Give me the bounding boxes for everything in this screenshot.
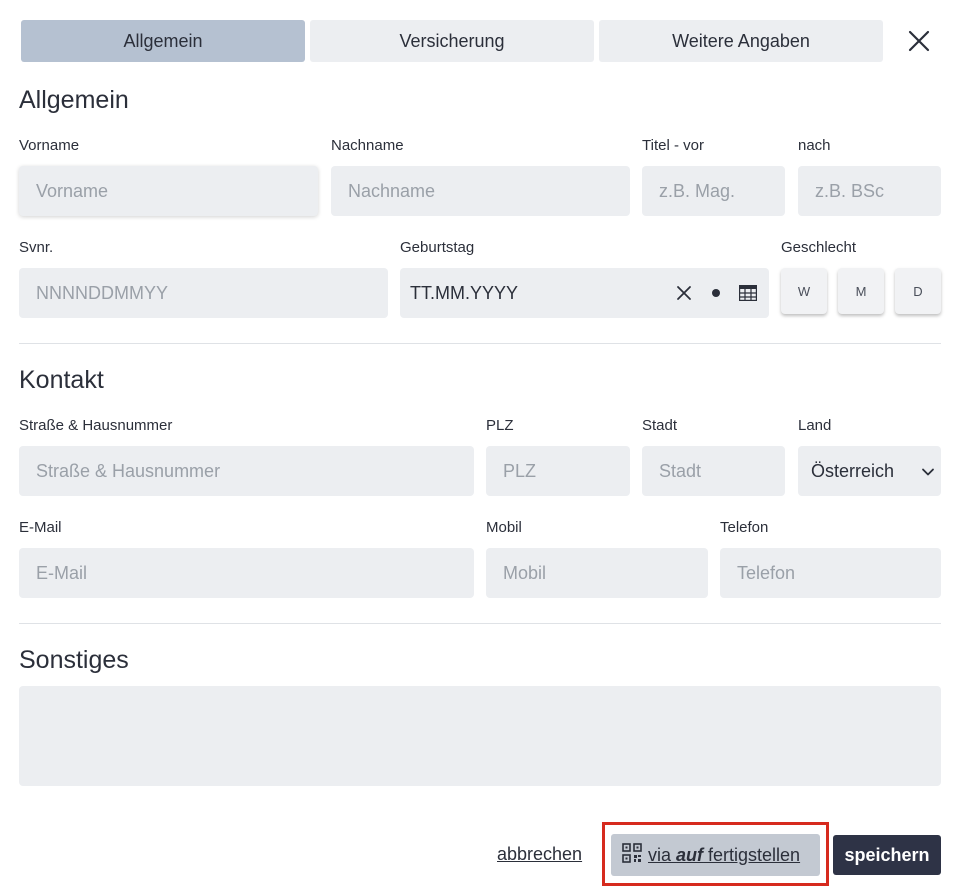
section-title-other: Sonstiges bbox=[19, 646, 129, 674]
land-select[interactable]: Österreich bbox=[798, 446, 941, 496]
section-title-contact: Kontakt bbox=[19, 366, 104, 394]
label-mobil: Mobil bbox=[486, 519, 522, 536]
clear-icon[interactable] bbox=[673, 282, 695, 304]
save-button[interactable]: speichern bbox=[833, 835, 941, 875]
label-telefon: Telefon bbox=[720, 519, 769, 536]
calendar-icon[interactable] bbox=[737, 282, 759, 304]
divider bbox=[19, 623, 941, 624]
tab-bar: Allgemein Versicherung Weitere Angaben bbox=[21, 20, 883, 62]
titel-vor-input[interactable] bbox=[642, 166, 785, 216]
strasse-input[interactable] bbox=[19, 446, 474, 496]
mobil-input[interactable] bbox=[486, 548, 708, 598]
label-land: Land bbox=[798, 417, 832, 434]
cancel-link[interactable]: abbrechen bbox=[497, 844, 582, 865]
label-titel-nach: nach bbox=[798, 137, 831, 154]
gender-m-button[interactable]: M bbox=[838, 268, 884, 314]
notes-textarea[interactable] bbox=[19, 686, 941, 786]
land-value: Österreich bbox=[811, 460, 895, 481]
label-plz: PLZ bbox=[486, 417, 514, 434]
geburtstag-value: TT.MM.YYYY bbox=[410, 282, 519, 303]
svnr-input[interactable] bbox=[19, 268, 388, 318]
label-email: E-Mail bbox=[19, 519, 62, 536]
label-vorname: Vorname bbox=[19, 137, 80, 154]
email-input[interactable] bbox=[19, 548, 474, 598]
tab-weitere-angaben[interactable]: Weitere Angaben bbox=[599, 20, 883, 62]
vorname-input[interactable] bbox=[19, 166, 318, 216]
tab-versicherung[interactable]: Versicherung bbox=[310, 20, 594, 62]
plz-input[interactable] bbox=[486, 446, 630, 496]
divider bbox=[19, 343, 941, 344]
label-geschlecht: Geschlecht bbox=[781, 239, 857, 256]
label-strasse: Straße & Hausnummer bbox=[19, 417, 173, 434]
section-title-general: Allgemein bbox=[19, 86, 129, 114]
label-nachname: Nachname bbox=[331, 137, 404, 154]
label-titel-vor: Titel - vor bbox=[642, 137, 704, 154]
geburtstag-field[interactable]: TT.MM.YYYY bbox=[400, 268, 769, 318]
chevron-down-icon bbox=[921, 463, 935, 484]
gender-d-button[interactable]: D bbox=[895, 268, 941, 314]
stadt-input[interactable] bbox=[642, 446, 785, 496]
finish-via-qr-label: via auf fertigstellen bbox=[648, 844, 801, 865]
tab-allgemein[interactable]: Allgemein bbox=[21, 20, 305, 62]
label-stadt: Stadt bbox=[642, 417, 678, 434]
label-geburtstag: Geburtstag bbox=[400, 239, 475, 256]
qr-code-icon bbox=[622, 842, 642, 868]
finish-via-qr-button[interactable]: via auf fertigstellen bbox=[611, 834, 820, 876]
nachname-input[interactable] bbox=[331, 166, 630, 216]
dot-icon bbox=[705, 282, 727, 304]
titel-nach-input[interactable] bbox=[798, 166, 941, 216]
telefon-input[interactable] bbox=[720, 548, 941, 598]
label-svnr: Svnr. bbox=[19, 239, 54, 256]
gender-w-button[interactable]: W bbox=[781, 268, 827, 314]
close-icon[interactable] bbox=[904, 26, 934, 56]
